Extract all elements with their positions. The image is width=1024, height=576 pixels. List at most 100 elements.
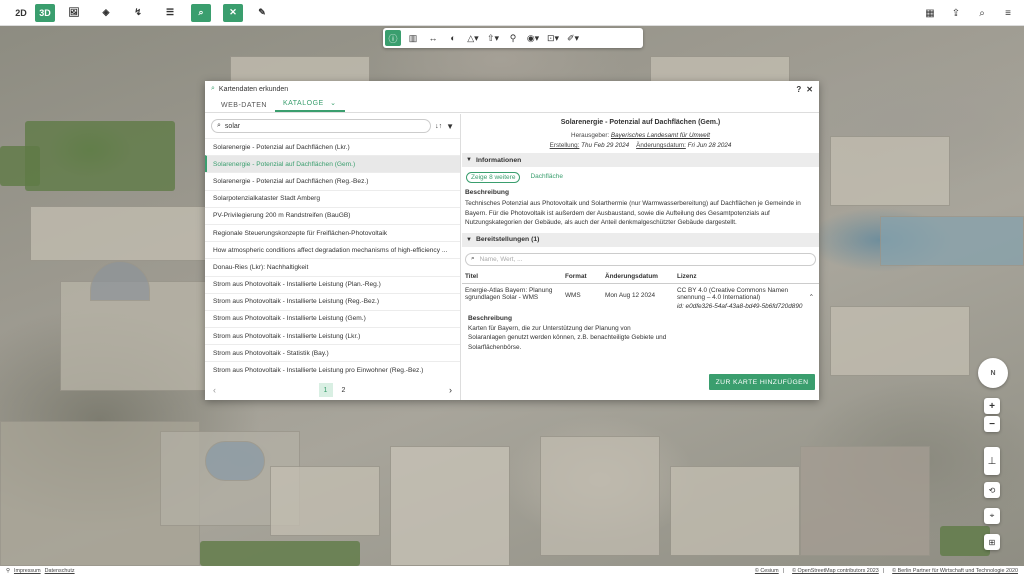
keyword-chip[interactable]: Dachfläche <box>526 172 567 183</box>
search-icon: ⌕ <box>217 122 221 129</box>
created-label: Erstellung: <box>549 142 580 149</box>
list-item[interactable]: Strom aus Photovoltaik - Installierte Le… <box>205 275 460 293</box>
location-icon[interactable]: ⌖ <box>984 508 1000 524</box>
keyword-chips: Zeige 8 weitere Dachfläche <box>462 167 819 183</box>
search-icon[interactable]: ⌕ <box>974 4 990 22</box>
close-icon[interactable]: ✕ <box>806 85 813 94</box>
search-input[interactable]: ⌕ solar <box>211 119 432 133</box>
search-icon: ⌕ <box>471 255 475 262</box>
page-1-button[interactable]: 1 <box>318 383 333 397</box>
view-3d-button[interactable]: 3D <box>35 3 55 22</box>
prev-page-icon[interactable]: ‹ <box>213 385 216 395</box>
view-2d-button[interactable]: 2D <box>12 4 30 22</box>
row-date: Mon Aug 12 2024 <box>605 291 656 299</box>
split-view-icon[interactable]: ▥ <box>405 30 421 46</box>
compass-icon[interactable]: N <box>978 358 1008 388</box>
tools-icon[interactable]: ✕ <box>223 3 243 22</box>
upload-icon[interactable]: ⇧▾ <box>485 30 501 46</box>
tilt-slider[interactable]: ⊥ <box>984 447 1000 475</box>
col-format: Format <box>562 269 602 284</box>
row-title: Energie-Atlas Bayern: Planung sgrundlage… <box>465 286 553 301</box>
image-icon[interactable]: 🖼 <box>65 4 83 22</box>
publisher-link[interactable]: Bayerisches Landesamt für Umwelt <box>611 132 710 139</box>
chevron-down-icon: ⌄ <box>330 100 337 107</box>
page-2-button[interactable]: 2 <box>337 383 351 397</box>
distributions-section-header[interactable]: ▼ Bereitstellungen (1) <box>462 232 819 247</box>
top-toolbar: 2D 3D 🖼 ◈ ↯ ☰ ⌕ ✕ ✎ ▦ ⇪ ⌕ ≡ <box>0 0 1024 26</box>
list-item[interactable]: Solarenergie - Potenzial auf Dachflächen… <box>205 138 460 155</box>
next-page-icon[interactable]: › <box>449 385 452 395</box>
distribution-search-input[interactable]: ⌕ Name, Wert, ... <box>465 252 816 266</box>
list-item[interactable]: Regionale Steuerungskonzepte für Freiflä… <box>205 223 460 241</box>
filter-icon[interactable]: ▼ <box>446 122 454 131</box>
impressum-link[interactable]: Impressum <box>14 568 41 574</box>
share-icon[interactable]: ⇪ <box>948 4 964 22</box>
credit-berlin-partner[interactable]: © Berlin Partner für Wirtschaft und Tech… <box>892 568 1018 574</box>
draw-icon[interactable]: △▾ <box>465 30 481 46</box>
grid-icon[interactable]: ▦ <box>922 4 938 22</box>
route-icon[interactable]: ↯ <box>129 4 147 22</box>
shadow-icon[interactable]: ◐ <box>445 30 461 46</box>
zoom-out-button[interactable]: − <box>984 416 1000 432</box>
information-section-header[interactable]: ▼ Informationen <box>462 153 819 167</box>
list-item[interactable]: Solarpotenzialkataster Stadt Amberg <box>205 189 460 207</box>
row-id: id: e0dfe326-54af-43a8-bd49-5b6fd720d890 <box>677 302 803 310</box>
pagination: ‹ 1 2 › <box>205 383 460 397</box>
list-item[interactable]: Strom aus Photovoltaik - Installierte Le… <box>205 327 460 344</box>
col-title: Titel <box>462 269 562 284</box>
layers-icon[interactable]: ◈ <box>97 4 115 22</box>
modified-value: Fri Jun 28 2024 <box>687 142 732 149</box>
list-item[interactable]: Solarenergie - Potenzial auf Dachflächen… <box>205 155 460 173</box>
walk-icon[interactable]: ⚲ <box>505 30 521 46</box>
detail-title: Solarenergie - Potenzial auf Dachflächen… <box>560 119 721 126</box>
map-search-icon[interactable]: ⌕ <box>191 3 211 22</box>
sort-icon[interactable]: ↓↑ <box>435 123 442 130</box>
distribution-description-text: Karten für Bayern, die zur Unterstützung… <box>468 324 667 351</box>
tab-web-data[interactable]: WEB-DATEN <box>213 102 275 112</box>
filter-list-icon[interactable]: ☰ <box>161 4 179 22</box>
list-item[interactable]: Strom aus Photovoltaik - Installierte Le… <box>205 292 460 310</box>
credit-osm[interactable]: © OpenStreetMap contributors 2023 <box>792 568 879 574</box>
visibility-icon[interactable]: ◉▾ <box>525 30 541 46</box>
distribution-table: Titel Format Änderungsdatum Lizenz Energ… <box>462 269 819 313</box>
info-icon[interactable]: ⓘ <box>385 30 401 46</box>
distribution-description-label: Beschreibung <box>468 314 512 322</box>
list-item[interactable]: Solarenergie - Potenzial auf Dachflächen… <box>205 172 460 189</box>
distribution-search-placeholder: Name, Wert, ... <box>479 255 523 263</box>
footer-bar: ⚲ Impressum Datenschutz © Cesium | © Ope… <box>0 566 1024 576</box>
list-item[interactable]: Strom aus Photovoltaik - Installierte Le… <box>205 309 460 327</box>
edit-icon[interactable]: ✐▾ <box>565 30 581 46</box>
chevron-up-icon[interactable]: ⌃ <box>803 287 816 301</box>
list-item[interactable]: How atmospheric conditions affect degrad… <box>205 241 460 258</box>
list-item[interactable]: Donau-Ries (Lkr): Nachhaltigkeit <box>205 258 460 275</box>
help-icon[interactable]: ? <box>796 85 801 94</box>
catalog-search: ⌕ solar ↓↑ ▼ <box>211 119 454 133</box>
datenschutz-link[interactable]: Datenschutz <box>45 568 75 574</box>
chevron-down-icon: ▼ <box>466 236 472 243</box>
detail-publisher: Herausgeber: Bayerisches Landesamt für U… <box>462 132 819 139</box>
list-item[interactable]: Strom aus Photovoltaik - Installierte Le… <box>205 361 460 378</box>
menu-icon[interactable]: ≡ <box>1000 4 1016 22</box>
zoom-in-button[interactable]: + <box>984 398 1000 414</box>
credit-cesium[interactable]: © Cesium <box>755 568 779 574</box>
row-format: WMS <box>565 291 581 299</box>
license-text: CC BY 4.0 (Creative Commons Namen snennu… <box>677 286 789 301</box>
clip-icon[interactable]: ⊡▾ <box>545 30 561 46</box>
measure-icon[interactable]: ↔ <box>425 30 441 46</box>
show-more-chip[interactable]: Zeige 8 weitere <box>466 172 521 183</box>
search-value: solar <box>224 122 241 130</box>
bookmark-icon[interactable]: ✎ <box>253 4 271 22</box>
col-date: Änderungsdatum <box>602 269 674 284</box>
list-item[interactable]: PV-Privilegierung 200 m Randstreifen (Ba… <box>205 206 460 224</box>
add-to-map-button[interactable]: ZUR KARTE HINZUFÜGEN <box>709 374 815 390</box>
publisher-label: Herausgeber: <box>571 132 610 139</box>
tab-catalogs[interactable]: KATALOGE ⌄ <box>274 99 345 112</box>
modified-label: Änderungsdatum: <box>636 142 686 149</box>
map-search-icon: ⌕ <box>211 85 215 92</box>
detail-dates: Erstellung: Thu Feb 29 2024 Änderungsdat… <box>462 142 819 149</box>
overview-map-icon[interactable]: ⊞ <box>984 534 1000 550</box>
view-mode-icon[interactable]: ⟲ <box>984 482 1000 498</box>
list-item[interactable]: Strom aus Photovoltaik - Statistik (Bay.… <box>205 344 460 361</box>
map-tools-toolbar: ⓘ ▥ ↔ ◐ △▾ ⇧▾ ⚲ ◉▾ ⊡▾ ✐▾ <box>383 28 643 48</box>
table-row[interactable]: Energie-Atlas Bayern: Planung sgrundlage… <box>462 283 819 313</box>
